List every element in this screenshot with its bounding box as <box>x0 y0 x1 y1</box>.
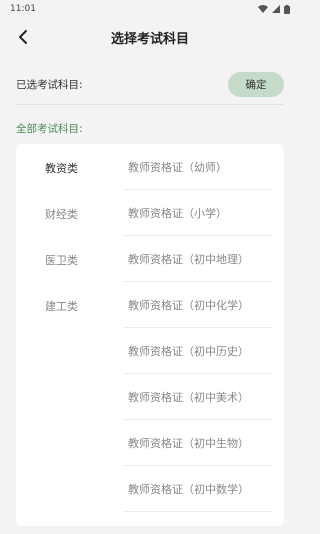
back-button[interactable] <box>12 26 34 48</box>
battery-icon <box>284 4 290 14</box>
subject-item[interactable]: 教师资格证（初中地理） <box>124 236 272 282</box>
status-time: 11:01 <box>10 4 36 14</box>
category-item-construction[interactable]: 建工类 <box>45 298 78 314</box>
subject-item[interactable]: 教师资格证（初中美术） <box>124 374 272 420</box>
confirm-button[interactable]: 确定 <box>228 71 284 97</box>
subject-item[interactable]: 教师资格证（初中数学） <box>124 466 272 512</box>
wifi-icon <box>258 5 268 13</box>
status-bar: 11:01 <box>0 0 300 18</box>
category-item-finance[interactable]: 财经类 <box>45 206 78 222</box>
page-title: 选择考试科目 <box>110 31 189 47</box>
category-item-education[interactable]: 教资类 <box>45 160 78 176</box>
selected-subjects-row: 已选考试科目: 确定 <box>16 70 284 98</box>
subject-item[interactable]: 教师资格证（幼师） <box>124 144 272 190</box>
subject-item[interactable]: 教师资格证（初中化学） <box>124 282 272 328</box>
signal-icon <box>272 5 280 13</box>
selected-subjects-label: 已选考试科目: <box>16 78 83 91</box>
status-icons <box>258 4 290 14</box>
nav-bar: 选择考试科目 <box>0 18 300 56</box>
category-item-medical[interactable]: 医卫类 <box>45 252 78 268</box>
divider <box>16 104 284 105</box>
subject-picker-card: 教资类 财经类 医卫类 建工类 教师资格证（幼师） 教师资格证（小学） 教师资格… <box>16 144 284 526</box>
subject-item[interactable]: 教师资格证（小学） <box>124 190 272 236</box>
subject-item[interactable]: 教师资格证（初中历史） <box>124 328 272 374</box>
all-subjects-label: 全部考试科目: <box>16 123 83 135</box>
chevron-left-icon <box>19 30 27 44</box>
subject-item[interactable]: 教师资格证（初中生物） <box>124 420 272 466</box>
